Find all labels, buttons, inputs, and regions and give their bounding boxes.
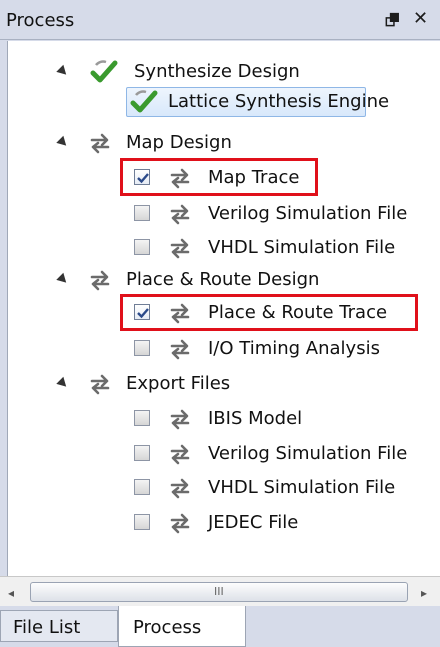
- export-verilog-checkbox[interactable]: [134, 445, 150, 461]
- tree-item-map-design[interactable]: Map Design: [8, 130, 428, 158]
- jedec-file-checkbox[interactable]: [134, 514, 150, 530]
- tree-item-map-trace[interactable]: Map Trace: [8, 165, 428, 193]
- panel-titlebar: Process ⮻ ✕: [0, 0, 440, 40]
- expand-arrow-icon[interactable]: [56, 64, 70, 79]
- tree-item-export-files[interactable]: Export Files: [8, 371, 428, 399]
- sync-arrows-icon: [90, 270, 110, 291]
- sync-arrows-icon: [170, 168, 190, 189]
- tree-item-label: JEDEC File: [208, 512, 299, 533]
- vhdl-simulation-checkbox[interactable]: [134, 239, 150, 255]
- sync-arrows-icon: [170, 513, 190, 534]
- sync-arrows-icon: [170, 339, 190, 360]
- place-route-trace-checkbox[interactable]: [134, 304, 150, 320]
- tab-file-list[interactable]: File List: [0, 610, 118, 642]
- tree-item-label: Export Files: [126, 373, 231, 394]
- grip-icon: III: [214, 585, 224, 598]
- sync-arrows-icon: [170, 238, 190, 259]
- sync-arrows-icon: [170, 303, 190, 324]
- process-tree: Synthesize Design Lattice Synthesis Engi…: [7, 41, 440, 576]
- restore-window-icon[interactable]: ⮻: [385, 8, 400, 38]
- tree-item-jedec-file[interactable]: JEDEC File: [8, 510, 428, 538]
- tree-item-label: Map Trace: [208, 167, 300, 188]
- panel-title: Process: [6, 10, 75, 31]
- export-vhdl-checkbox[interactable]: [134, 479, 150, 495]
- verilog-simulation-checkbox[interactable]: [134, 205, 150, 221]
- scroll-right-arrow-icon[interactable]: ▸: [421, 586, 427, 600]
- checkmark-icon: [137, 173, 149, 184]
- tree-item-label: Verilog Simulation File: [208, 203, 408, 224]
- tree-item-place-route-design[interactable]: Place & Route Design: [8, 267, 428, 295]
- tree-item-label: IBIS Model: [208, 408, 303, 429]
- tree-item-label: Place & Route Design: [126, 269, 320, 290]
- tree-item-ibis-model[interactable]: IBIS Model: [8, 406, 428, 434]
- horizontal-scrollbar[interactable]: ◂ III ▸: [0, 576, 440, 606]
- ibis-model-checkbox[interactable]: [134, 410, 150, 426]
- tree-item-label: Map Design: [126, 132, 232, 153]
- green-check-icon: [90, 60, 118, 83]
- tree-item-export-vhdl-simulation-file[interactable]: VHDL Simulation File: [8, 475, 440, 503]
- sync-arrows-icon: [90, 374, 110, 395]
- process-panel: Process ⮻ ✕ Synthesize Design Lattice Sy…: [0, 0, 440, 647]
- sync-arrows-icon: [170, 478, 190, 499]
- bottom-tab-strip: File List Process: [0, 606, 440, 647]
- green-check-icon: [130, 90, 158, 113]
- io-timing-checkbox[interactable]: [134, 340, 150, 356]
- tree-item-synthesize-design[interactable]: Synthesize Design: [8, 59, 428, 87]
- tree-item-label: I/O Timing Analysis: [208, 338, 380, 359]
- tree-item-place-route-trace[interactable]: Place & Route Trace: [8, 300, 428, 328]
- tree-item-label: VHDL Simulation File: [208, 237, 396, 258]
- sync-arrows-icon: [170, 204, 190, 225]
- tree-item-map-verilog-simulation-file[interactable]: Verilog Simulation File: [8, 201, 440, 229]
- sync-arrows-icon: [90, 133, 110, 154]
- expand-arrow-icon[interactable]: [56, 272, 70, 287]
- tree-item-label: VHDL Simulation File: [208, 477, 396, 498]
- tree-item-lattice-synthesis-engine[interactable]: Lattice Synthesis Engine: [8, 89, 428, 117]
- tree-item-label: Place & Route Trace: [208, 302, 388, 323]
- tree-item-label: Lattice Synthesis Engine: [168, 91, 390, 112]
- expand-arrow-icon[interactable]: [56, 376, 70, 391]
- tab-process[interactable]: Process: [118, 606, 246, 647]
- expand-arrow-icon[interactable]: [56, 135, 70, 150]
- close-icon[interactable]: ✕: [413, 8, 428, 29]
- sync-arrows-icon: [170, 409, 190, 430]
- map-trace-checkbox[interactable]: [134, 169, 150, 185]
- tree-item-map-vhdl-simulation-file[interactable]: VHDL Simulation File: [8, 235, 440, 263]
- tree-item-label: Synthesize Design: [134, 61, 300, 82]
- tree-item-label: Verilog Simulation File: [208, 443, 408, 464]
- scrollbar-thumb[interactable]: III: [30, 582, 408, 602]
- sync-arrows-icon: [170, 444, 190, 465]
- scroll-left-arrow-icon[interactable]: ◂: [8, 586, 14, 600]
- tree-item-export-verilog-simulation-file[interactable]: Verilog Simulation File: [8, 441, 440, 469]
- tree-item-io-timing-analysis[interactable]: I/O Timing Analysis: [8, 336, 428, 364]
- checkmark-icon: [137, 308, 149, 319]
